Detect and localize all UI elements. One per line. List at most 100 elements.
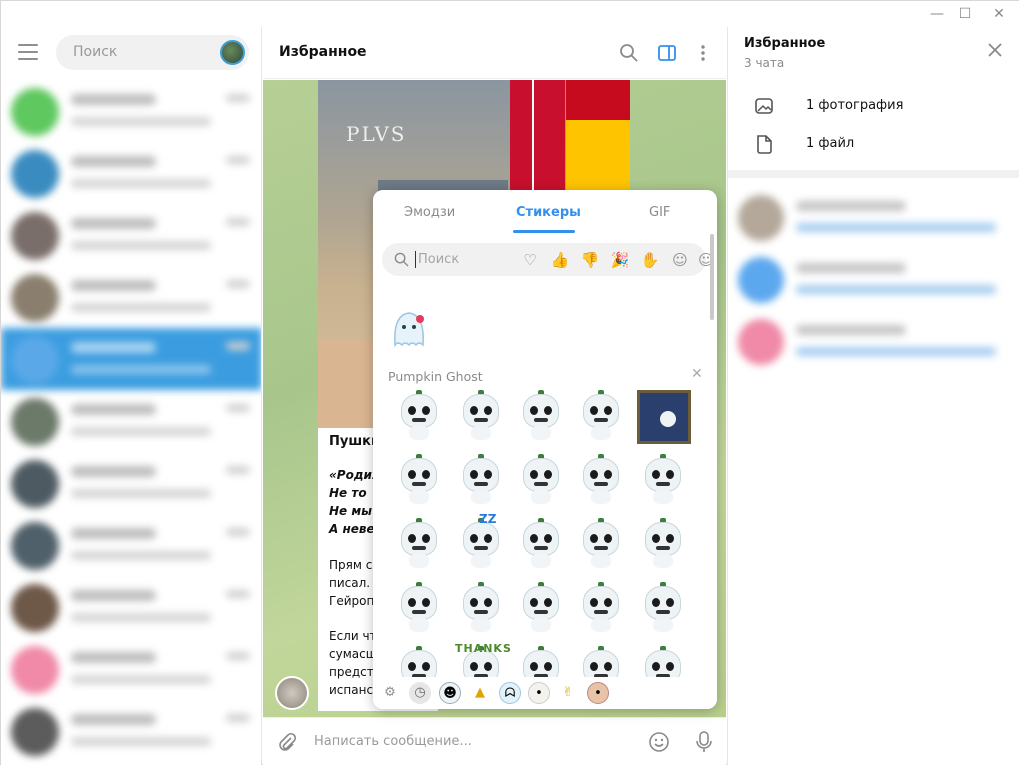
sticker-item[interactable] [391,518,445,572]
pumpkin-ghost-head [583,650,619,677]
wave-hand-icon[interactable]: ✋ [640,250,660,270]
chat-list-item[interactable] [1,514,261,576]
pumpkin-ghost-head [463,458,499,492]
sticker-item[interactable] [573,518,627,572]
sticker-item[interactable] [453,582,507,636]
shared-chat-item[interactable] [728,311,1019,373]
chat-list-item[interactable] [1,390,261,452]
sticker-set-ghost-icon[interactable]: ᗣ [499,682,521,704]
sticker-search-input[interactable]: Поиск ♡ 👍 👎 🎉 ✋ ☺ ☺ [382,243,714,276]
sticker-item[interactable] [573,582,627,636]
thumbs-up-icon[interactable]: 👍 [550,250,570,270]
sticker-item[interactable] [635,646,689,677]
tab-gif[interactable]: GIF [649,205,670,220]
sticker-item[interactable] [573,390,627,444]
settings-icon[interactable]: ⚙ [379,682,401,704]
chat-list-item[interactable] [1,576,261,638]
sticker-item[interactable] [513,454,567,508]
sticker-item[interactable] [513,582,567,636]
sticker-item[interactable] [453,390,507,444]
more-icon[interactable] [693,43,713,63]
sidebar-toggle-icon[interactable] [657,43,677,63]
chat-name-redacted [71,94,156,105]
sticker-item[interactable] [513,646,567,677]
sticker-set-triangle-icon[interactable]: ▲ [469,682,491,704]
close-pack-icon[interactable]: ✕ [691,366,703,382]
recent-icon[interactable]: ◷ [409,682,431,704]
minimize-button[interactable]: — [928,5,946,23]
menu-icon[interactable] [18,44,38,60]
smile-icon[interactable]: ☺ [670,250,690,270]
sticker-item[interactable] [391,646,445,677]
avatar [11,708,59,756]
pumpkin-ghost-head [463,394,499,428]
sticker-set-pumpkin-icon[interactable]: ☻ [439,682,461,704]
message-composer: Написать сообщение... [263,717,726,765]
microphone-icon[interactable] [693,730,715,754]
search-input[interactable]: Поиск [56,35,249,70]
thumbs-down-icon[interactable]: 👎 [580,250,600,270]
maximize-button[interactable]: ☐ [956,5,974,23]
sticker-item[interactable] [391,390,445,444]
sticker-item[interactable] [513,390,567,444]
chat-list-item[interactable] [1,204,261,266]
pumpkin-ghost-head [523,394,559,428]
chat-preview-redacted [71,737,211,746]
avatar [738,195,784,241]
sticker-item[interactable] [635,454,689,508]
sticker-item[interactable] [453,454,507,508]
party-icon[interactable]: 🎉 [610,250,630,270]
sticker-search-placeholder: Поиск [418,252,460,267]
sticker-item[interactable] [513,518,567,572]
pumpkin-ghost-head [523,650,559,677]
media-photos-label: 1 фотография [806,98,904,113]
search-icon[interactable] [619,43,639,63]
sticker-item[interactable] [635,518,689,572]
chat-name-redacted [71,590,156,601]
panel-tabs: Эмодзи Стикеры GIF [373,190,717,234]
chat-list-item[interactable] [1,266,261,328]
pumpkin-ghost-head [583,394,619,428]
sticker-item[interactable] [635,582,689,636]
tab-emoji[interactable]: Эмодзи [404,205,455,220]
chat-list-item[interactable] [1,80,261,142]
media-photos-item[interactable]: 1 фотография [728,87,1019,125]
sticker-set-face-icon[interactable]: • [587,682,609,704]
sticker-item[interactable] [453,518,507,572]
sticker-item[interactable] [573,646,627,677]
sticker-item[interactable] [635,390,691,444]
shared-chat-item[interactable] [728,249,1019,311]
sender-avatar[interactable] [275,676,309,710]
message-text-line: Гейроп [329,594,375,608]
close-window-button[interactable]: ✕ [990,5,1008,23]
scrollbar[interactable] [710,234,714,320]
chat-list-item[interactable] [1,142,261,204]
shared-chat-item[interactable] [728,187,1019,249]
media-files-item[interactable]: 1 файл [728,125,1019,163]
message-text-line: писал. [329,576,371,590]
story-avatar[interactable] [220,40,245,65]
chat-list-item[interactable] [1,328,261,390]
chat-header: Избранное [263,27,726,79]
sticker-item[interactable] [391,582,445,636]
chat-time-redacted [226,94,250,102]
sticker-set-peace-icon[interactable]: ✌ [557,682,579,704]
chat-list-item[interactable] [1,638,261,700]
message-input[interactable]: Написать сообщение... [314,734,472,749]
close-icon[interactable] [986,41,1004,59]
recent-sticker-ghost[interactable] [387,307,431,351]
attach-icon[interactable] [277,732,297,752]
avatar [11,336,59,384]
emoji-icon[interactable] [648,731,670,753]
sticker-item[interactable] [391,454,445,508]
pumpkin-ghost-head [463,522,499,556]
chat-list-item[interactable] [1,700,261,762]
chat-title[interactable]: Избранное [279,44,367,60]
heart-icon[interactable]: ♡ [520,250,540,270]
chat-preview-redacted [796,223,996,232]
sticker-set-bun-icon[interactable]: • [528,682,550,704]
chat-list-item[interactable] [1,452,261,514]
sticker-item[interactable] [573,454,627,508]
message-text-line: Прям с [329,558,373,572]
tab-stickers[interactable]: Стикеры [516,205,581,220]
